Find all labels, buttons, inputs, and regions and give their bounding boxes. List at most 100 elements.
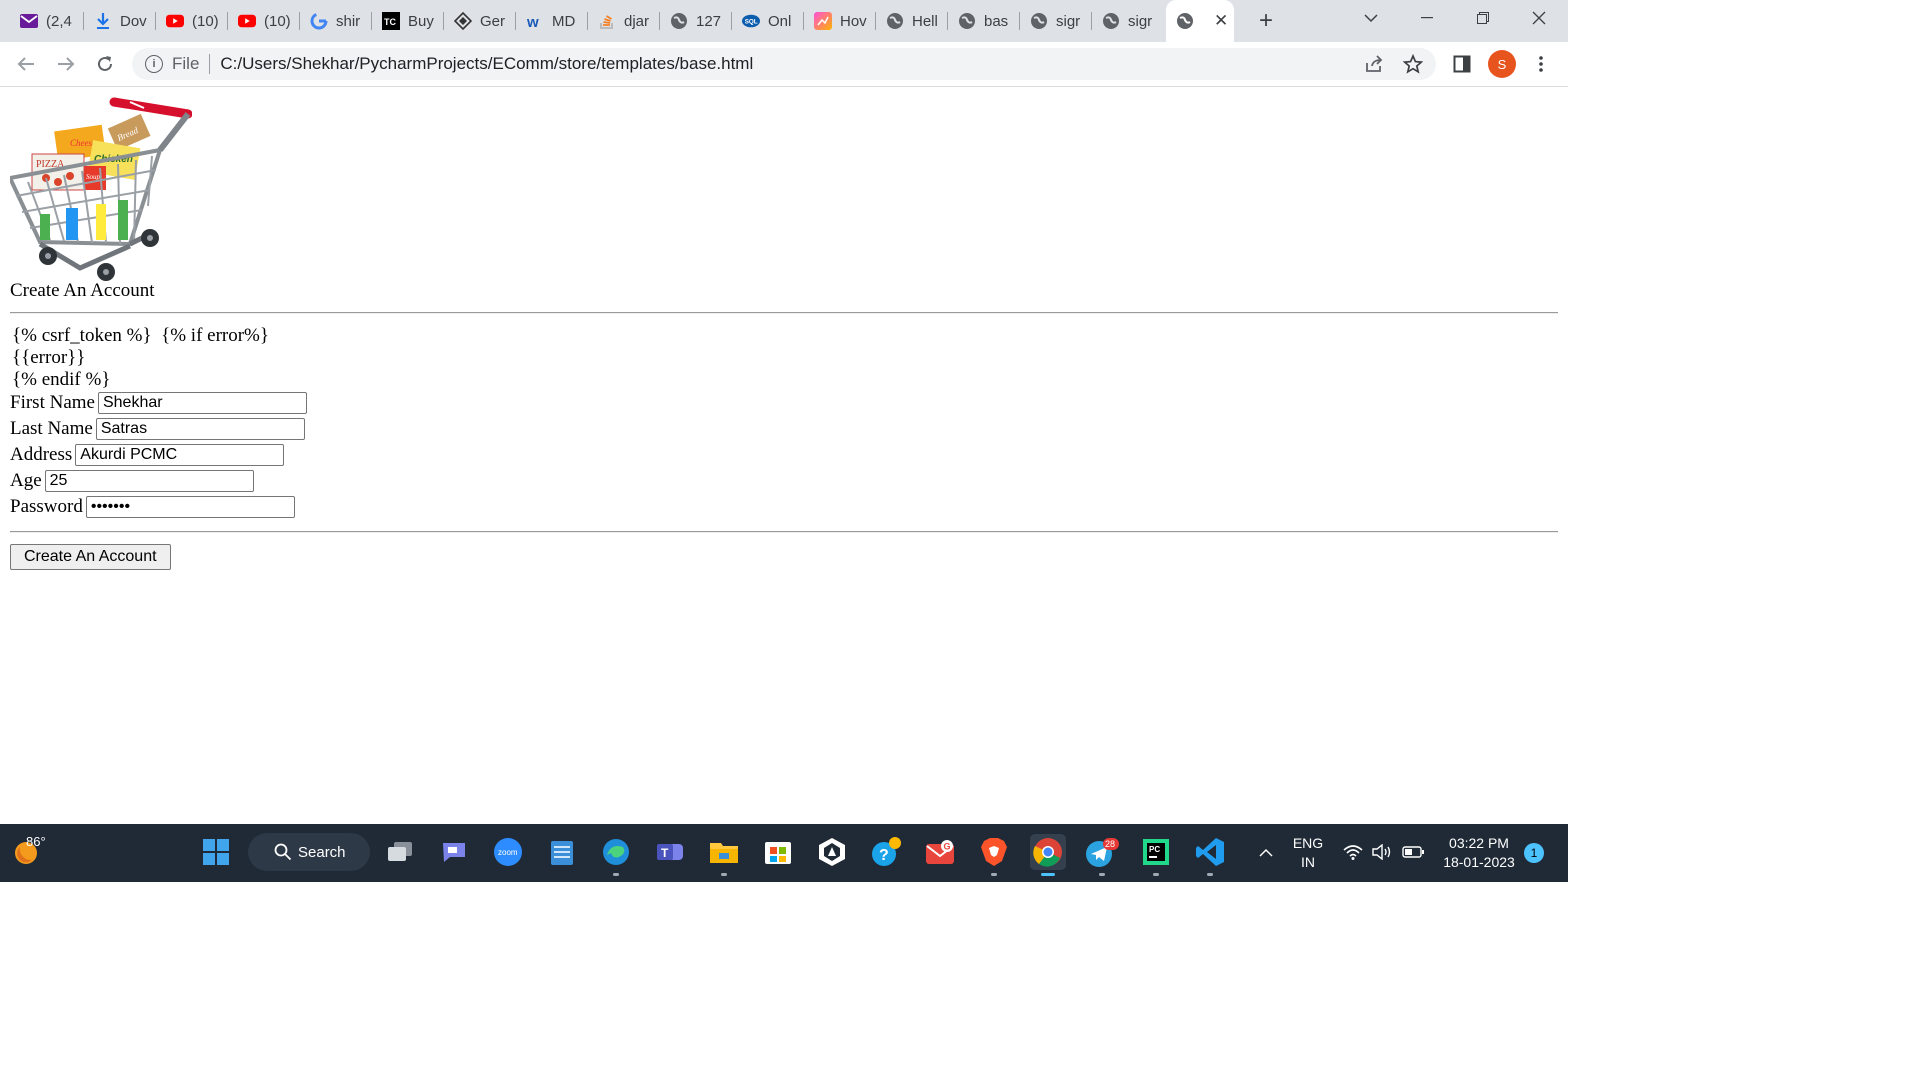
tab-youtube-1[interactable]: (10) [156, 6, 226, 36]
taskbar-search[interactable]: Search [248, 833, 370, 871]
search-icon [274, 843, 292, 861]
svg-text:SQL: SQL [745, 19, 758, 26]
create-account-button[interactable]: Create An Account [10, 544, 171, 570]
grammarly-mail-icon[interactable]: G [922, 834, 958, 870]
google-icon [310, 12, 328, 30]
browser-toolbar: i File C:/Users/Shekhar/PycharmProjects/… [0, 42, 1568, 87]
top-divider [10, 312, 1558, 314]
brave-icon[interactable] [976, 834, 1012, 876]
first-name-field[interactable] [97, 392, 307, 414]
share-icon[interactable] [1360, 50, 1388, 78]
close-window-icon[interactable] [1516, 0, 1562, 36]
wifi-icon[interactable] [1338, 834, 1368, 870]
tab-diamond[interactable]: Ger [444, 6, 514, 36]
bookmark-star-icon[interactable] [1399, 50, 1427, 78]
tab-search-icon[interactable] [1348, 0, 1394, 36]
age-field[interactable] [44, 470, 254, 492]
chat-icon[interactable] [436, 834, 472, 870]
password-row: Password [10, 494, 295, 520]
file-explorer-icon[interactable] [706, 834, 742, 876]
globe-icon [670, 12, 688, 30]
zoom-icon[interactable]: zoom [490, 834, 526, 870]
chevron-up-icon[interactable] [1248, 834, 1284, 870]
diamond-icon [454, 12, 472, 30]
volume-icon[interactable] [1368, 834, 1398, 870]
tab-title: sigr [1128, 12, 1153, 30]
age-label: Age [10, 470, 42, 491]
tab-title: Dov [120, 12, 147, 30]
tab-google[interactable]: shir [300, 6, 370, 36]
tab-w[interactable]: w MD [516, 6, 586, 36]
tab-title: Ger [480, 12, 506, 30]
notepad-icon[interactable] [544, 834, 580, 870]
sql-icon: SQL [742, 12, 760, 30]
tab-sql[interactable]: SQL Onl [732, 6, 802, 36]
youtube-icon [238, 12, 256, 30]
menu-kebab-icon[interactable] [1527, 50, 1555, 78]
side-panel-icon[interactable] [1448, 50, 1476, 78]
svg-text:TC: TC [384, 17, 396, 27]
battery-icon[interactable] [1398, 834, 1428, 870]
clock[interactable]: 03:22 PM 18-01-2023 [1436, 834, 1522, 872]
profile-avatar[interactable]: S [1488, 50, 1516, 78]
tab-signup-2[interactable]: sigr [1092, 6, 1162, 36]
tc-icon: TC [382, 12, 400, 30]
url-text[interactable]: C:/Users/Shekhar/PycharmProjects/EComm/s… [220, 54, 753, 74]
tab-title: djar [624, 12, 650, 30]
language-code: ENG [1292, 835, 1324, 851]
edge-icon[interactable] [598, 834, 634, 876]
tab-download[interactable]: Dov [84, 6, 154, 36]
restore-icon[interactable] [1460, 0, 1506, 36]
minimize-icon[interactable] [1404, 0, 1450, 36]
chrome-icon[interactable] [1030, 834, 1066, 876]
last-name-label: Last Name [10, 418, 93, 439]
address-bar[interactable]: i File C:/Users/Shekhar/PycharmProjects/… [132, 48, 1436, 80]
clock-time: 03:22 PM [1449, 835, 1509, 851]
help-icon[interactable]: ? [868, 834, 904, 870]
back-button[interactable] [12, 50, 40, 78]
notification-badge[interactable]: 1 [1524, 843, 1544, 863]
tab-title: Onl [768, 12, 792, 30]
tab-title: Buy [408, 12, 434, 30]
close-tab-icon[interactable]: ✕ [1214, 11, 1228, 31]
windows-start-icon[interactable] [198, 834, 234, 870]
password-field[interactable] [85, 496, 295, 518]
tab-gradient[interactable]: Hov [804, 6, 874, 36]
telegram-icon[interactable]: 28 [1084, 834, 1120, 876]
input-language[interactable]: ENG IN [1288, 834, 1328, 872]
running-indicator [1153, 873, 1159, 876]
age-row: Age [10, 468, 254, 494]
globe-icon [958, 12, 976, 30]
first-name-label: First Name [10, 392, 95, 413]
tab-youtube-2[interactable]: (10) [228, 6, 298, 36]
tab-localhost[interactable]: 127 [660, 6, 730, 36]
teams-icon[interactable]: T [652, 834, 688, 870]
tab-stackoverflow[interactable]: djar [588, 6, 658, 36]
mail-icon [20, 12, 38, 30]
tab-signup-1[interactable]: sigr [1020, 6, 1090, 36]
vscode-icon[interactable] [1192, 834, 1228, 876]
last-name-field[interactable] [95, 418, 305, 440]
address-row: Address [10, 442, 285, 468]
address-field[interactable] [75, 444, 285, 466]
task-view-icon[interactable] [382, 834, 418, 870]
tab-active[interactable]: ✕ [1166, 0, 1234, 42]
running-indicator [613, 873, 619, 876]
tab-title: 127 [696, 12, 722, 30]
tab-hello[interactable]: Hell [876, 6, 946, 36]
store-icon[interactable] [760, 834, 796, 870]
stackoverflow-icon [598, 12, 616, 30]
app-hexagon-icon[interactable] [814, 834, 850, 870]
page-title: Create An Account [10, 280, 155, 301]
reload-button[interactable] [91, 50, 119, 78]
tab-gmail[interactable]: (2,4 [10, 6, 80, 36]
forward-button[interactable] [52, 50, 80, 78]
tab-techcrunch[interactable]: TC Buy [372, 6, 442, 36]
new-tab-button[interactable]: + [1253, 8, 1279, 34]
tab-base[interactable]: bas [948, 6, 1018, 36]
globe-icon [1030, 12, 1048, 30]
tab-title: (10) [192, 12, 219, 30]
info-icon[interactable]: i [145, 55, 163, 73]
pycharm-icon[interactable]: PC [1138, 834, 1174, 876]
download-icon [94, 12, 112, 30]
